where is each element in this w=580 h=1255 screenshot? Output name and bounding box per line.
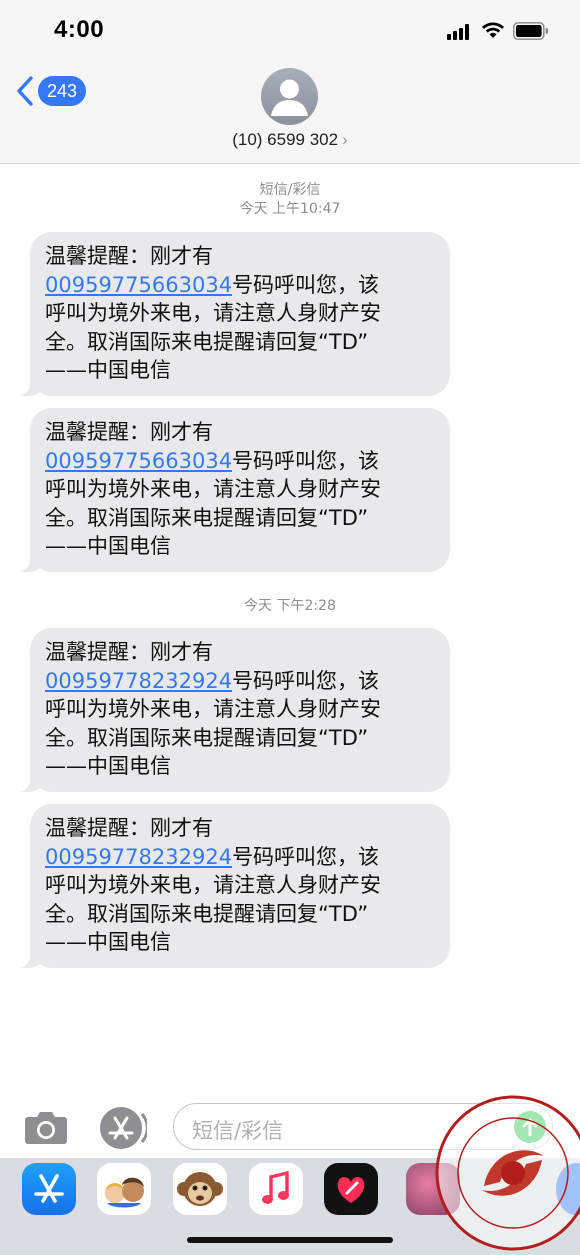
- message-bubble[interactable]: 温馨提醒：刚才有 00959775663034号码呼叫您，该 呼叫为境外来电，请…: [15, 408, 450, 572]
- conversation-header: 243 (10) 6599 302 ›: [0, 60, 580, 164]
- message-text: 呼叫为境外来电，请注意人身财产安: [45, 301, 381, 325]
- phone-number-link[interactable]: 00959775663034: [45, 273, 232, 297]
- message-text: 全。取消国际来电提醒请回复“TD”: [45, 505, 369, 530]
- phone-number-link[interactable]: 00959775663034: [45, 449, 232, 473]
- message-text: ——中国电信: [45, 754, 171, 778]
- memoji-icon[interactable]: [97, 1163, 151, 1215]
- message-text: 呼叫为境外来电，请注意人身财产安: [45, 873, 381, 897]
- message-text: 温馨提醒：刚才有: [45, 420, 213, 444]
- contact-avatar[interactable]: [261, 68, 318, 125]
- back-button[interactable]: 243: [16, 74, 87, 108]
- message-text: ——中国电信: [45, 358, 171, 382]
- message-text: 温馨提醒：刚才有: [45, 244, 213, 268]
- timestamp: 今天 下午2:28: [244, 598, 336, 614]
- message-type-label: 短信/彩信: [259, 182, 321, 198]
- message-input-placeholder: 短信/彩信: [192, 1119, 284, 1143]
- app-store-icon[interactable]: [97, 1106, 147, 1150]
- message-bubble[interactable]: 温馨提醒：刚才有 00959775663034号码呼叫您，该 呼叫为境外来电，请…: [15, 232, 450, 396]
- timestamp: 今天 上午10:47: [239, 201, 341, 217]
- message-text: 号码呼叫您，该: [232, 272, 380, 297]
- message-text: 号码呼叫您，该: [232, 844, 380, 869]
- app-store-icon[interactable]: [22, 1163, 76, 1215]
- message-text: ——中国电信: [45, 534, 171, 558]
- home-indicator: [187, 1237, 393, 1243]
- message-text: 全。取消国际来电提醒请回复“TD”: [45, 329, 369, 354]
- status-bar: 4:00: [0, 0, 580, 60]
- music-icon[interactable]: [249, 1163, 303, 1215]
- status-time: 4:00: [54, 16, 105, 43]
- message-text: 呼叫为境外来电，请注意人身财产安: [45, 477, 381, 501]
- chevron-left-icon: [17, 76, 33, 106]
- watermark-stamp: [435, 1095, 580, 1251]
- wifi-icon: [482, 22, 504, 38]
- message-bubble[interactable]: 温馨提醒：刚才有 00959778232924号码呼叫您，该 呼叫为境外来电，请…: [15, 628, 450, 792]
- message-text: 号码呼叫您，该: [232, 668, 380, 693]
- phone-number-link[interactable]: 00959778232924: [45, 845, 232, 869]
- person-silhouette-icon: [271, 79, 308, 116]
- battery-icon: [513, 22, 548, 40]
- message-text: 号码呼叫您，该: [232, 448, 380, 473]
- message-text: 温馨提醒：刚才有: [45, 640, 213, 664]
- chevron-right-icon: ›: [342, 130, 348, 149]
- message-text: 温馨提醒：刚才有: [45, 816, 213, 840]
- animoji-monkey-icon[interactable]: [173, 1163, 227, 1215]
- message-text: ——中国电信: [45, 930, 171, 954]
- digital-touch-icon[interactable]: [324, 1163, 378, 1215]
- contact-number: (10) 6599 302: [232, 130, 339, 149]
- message-text: 全。取消国际来电提醒请回复“TD”: [45, 725, 369, 750]
- camera-icon[interactable]: [24, 1109, 68, 1145]
- unread-count-badge: 243: [38, 76, 87, 106]
- message-text: 呼叫为境外来电，请注意人身财产安: [45, 697, 381, 721]
- phone-number-link[interactable]: 00959778232924: [45, 669, 232, 693]
- contact-name-button[interactable]: (10) 6599 302 ›: [0, 130, 580, 150]
- message-text: 全。取消国际来电提醒请回复“TD”: [45, 901, 369, 926]
- message-bubble[interactable]: 温馨提醒：刚才有 00959778232924号码呼叫您，该 呼叫为境外来电，请…: [15, 804, 450, 968]
- cellular-signal-icon: [447, 24, 471, 40]
